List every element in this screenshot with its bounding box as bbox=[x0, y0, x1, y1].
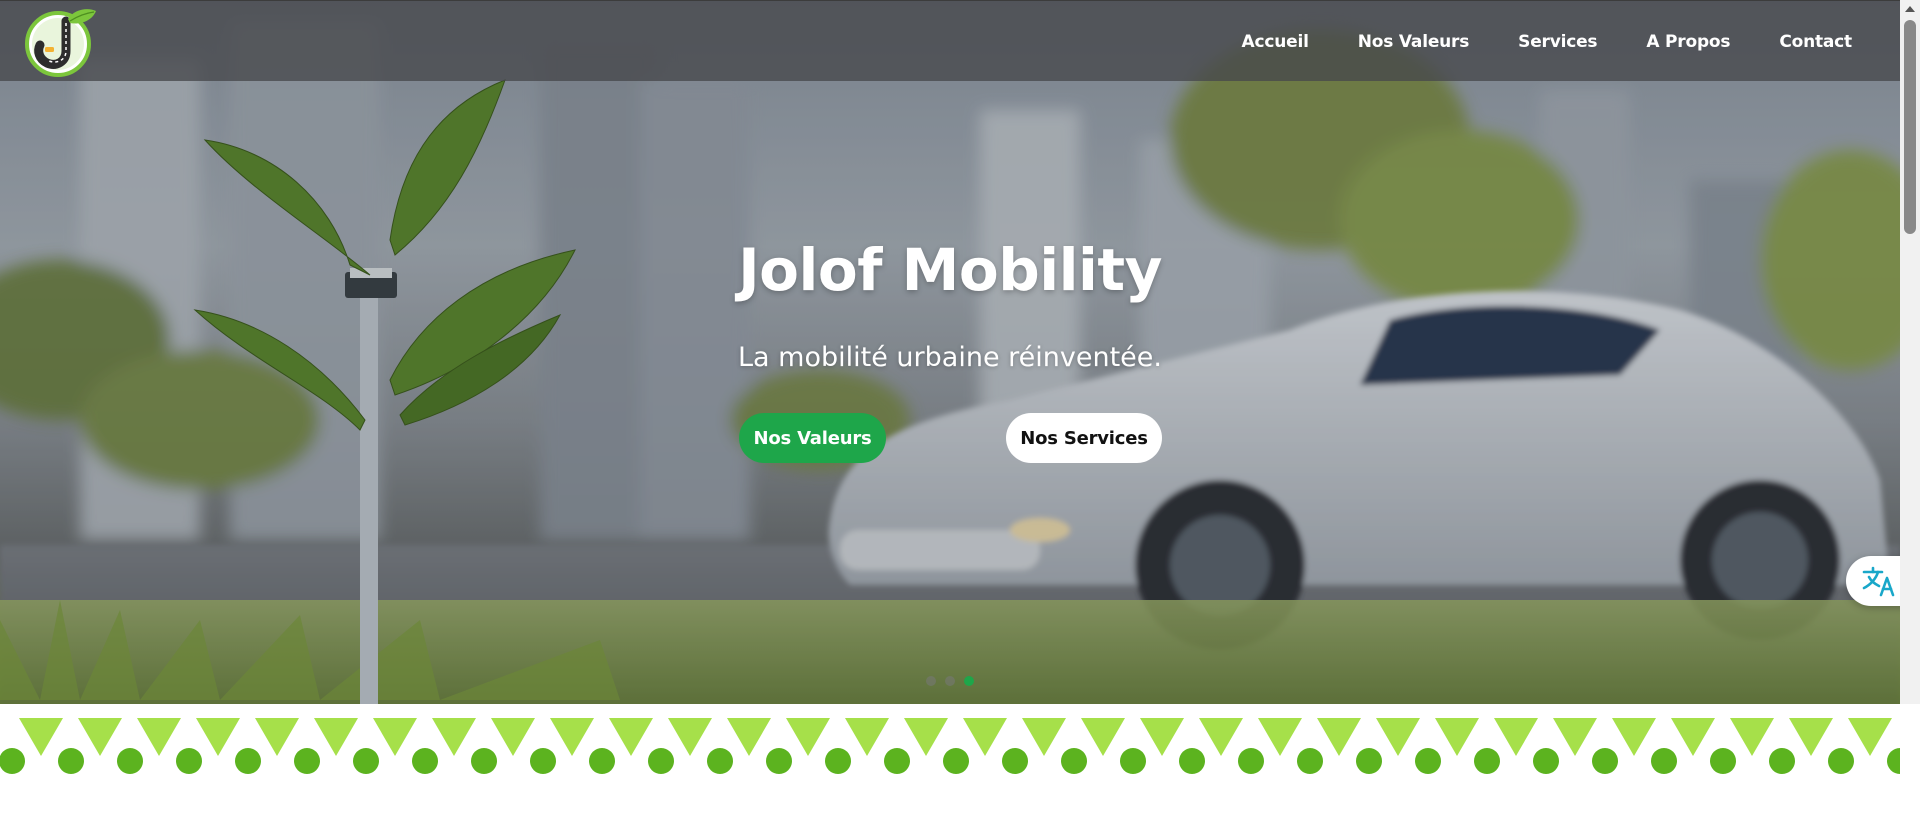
nav-link-accueil[interactable]: Accueil bbox=[1242, 32, 1309, 52]
pattern-dot bbox=[1415, 748, 1441, 774]
pattern-triangle bbox=[1671, 718, 1715, 756]
nav-link-services[interactable]: Services bbox=[1518, 32, 1597, 52]
pattern-dot bbox=[0, 748, 25, 774]
nav-link-nos-valeurs[interactable]: Nos Valeurs bbox=[1358, 32, 1470, 52]
hero-section: Jolof Mobility La mobilité urbaine réinv… bbox=[0, 0, 1900, 704]
pattern-dot bbox=[707, 748, 733, 774]
nos-valeurs-button[interactable]: Nos Valeurs bbox=[739, 413, 886, 463]
pattern-triangle bbox=[1317, 718, 1361, 756]
pattern-dot bbox=[1887, 748, 1913, 774]
carousel-dot-3[interactable] bbox=[964, 676, 974, 686]
pattern-dot bbox=[1710, 748, 1736, 774]
pattern-triangle bbox=[1376, 718, 1420, 756]
pattern-triangle bbox=[1789, 718, 1833, 756]
pattern-dot bbox=[1828, 748, 1854, 774]
pattern-dot bbox=[1474, 748, 1500, 774]
pattern-dot bbox=[58, 748, 84, 774]
pattern-dot bbox=[648, 748, 674, 774]
pattern-dot bbox=[1179, 748, 1205, 774]
pattern-triangle bbox=[1081, 718, 1125, 756]
pattern-dot bbox=[176, 748, 202, 774]
pattern-triangle bbox=[1730, 718, 1774, 756]
pattern-triangle bbox=[668, 718, 712, 756]
pattern-dot bbox=[471, 748, 497, 774]
pattern-triangle bbox=[19, 718, 63, 756]
pattern-dot bbox=[117, 748, 143, 774]
pattern-triangle bbox=[1848, 718, 1892, 756]
pattern-triangle bbox=[609, 718, 653, 756]
pattern-triangle bbox=[1199, 718, 1243, 756]
hero-subtitle: La mobilité urbaine réinventée. bbox=[738, 342, 1162, 373]
pattern-triangle bbox=[550, 718, 594, 756]
nav-menu: Accueil Nos Valeurs Services A Propos Co… bbox=[1193, 1, 1853, 82]
pattern-dot bbox=[1651, 748, 1677, 774]
pattern-triangle bbox=[904, 718, 948, 756]
pattern-triangle bbox=[1258, 718, 1302, 756]
pattern-triangle bbox=[491, 718, 535, 756]
pattern-dot bbox=[1356, 748, 1382, 774]
pattern-triangle bbox=[1612, 718, 1656, 756]
navbar: Accueil Nos Valeurs Services A Propos Co… bbox=[0, 0, 1900, 81]
carousel-indicators bbox=[926, 676, 974, 686]
pattern-triangle bbox=[727, 718, 771, 756]
page-scrollbar[interactable] bbox=[1900, 0, 1920, 704]
pattern-triangle bbox=[255, 718, 299, 756]
pattern-triangle bbox=[786, 718, 830, 756]
pattern-dot bbox=[1002, 748, 1028, 774]
pattern-dot bbox=[412, 748, 438, 774]
pattern-triangle bbox=[963, 718, 1007, 756]
pattern-triangle bbox=[1553, 718, 1597, 756]
pattern-triangle bbox=[1022, 718, 1066, 756]
pattern-triangle bbox=[845, 718, 889, 756]
pattern-triangle bbox=[373, 718, 417, 756]
pattern-triangle bbox=[137, 718, 181, 756]
pattern-dot bbox=[1769, 748, 1795, 774]
pattern-triangle bbox=[1494, 718, 1538, 756]
triangle-dot-pattern bbox=[0, 718, 1920, 774]
nav-link-a-propos[interactable]: A Propos bbox=[1646, 32, 1730, 52]
pattern-triangle bbox=[78, 718, 122, 756]
pattern-triangle bbox=[1140, 718, 1184, 756]
pattern-dot bbox=[1120, 748, 1146, 774]
pattern-triangle bbox=[196, 718, 240, 756]
carousel-dot-1[interactable] bbox=[926, 676, 936, 686]
pattern-dot bbox=[1533, 748, 1559, 774]
pattern-dot bbox=[766, 748, 792, 774]
pattern-dot bbox=[294, 748, 320, 774]
decorative-pattern-band bbox=[0, 704, 1920, 817]
pattern-dot bbox=[353, 748, 379, 774]
nav-link-contact[interactable]: Contact bbox=[1779, 32, 1852, 52]
pattern-dot bbox=[1238, 748, 1264, 774]
pattern-triangle bbox=[1435, 718, 1479, 756]
pattern-dot bbox=[235, 748, 261, 774]
pattern-dot bbox=[884, 748, 910, 774]
scroll-up-arrow-icon[interactable] bbox=[1905, 6, 1915, 12]
pattern-triangle bbox=[314, 718, 358, 756]
translate-icon bbox=[1862, 566, 1895, 597]
pattern-dot bbox=[1297, 748, 1323, 774]
pattern-dot bbox=[1592, 748, 1618, 774]
carousel-dot-2[interactable] bbox=[945, 676, 955, 686]
hero-title: Jolof Mobility bbox=[738, 236, 1162, 304]
page: Jolof Mobility La mobilité urbaine réinv… bbox=[0, 0, 1920, 817]
scroll-thumb[interactable] bbox=[1904, 20, 1916, 234]
pattern-dot bbox=[1061, 748, 1087, 774]
nos-services-button[interactable]: Nos Services bbox=[1006, 413, 1162, 463]
pattern-triangle bbox=[432, 718, 476, 756]
pattern-dot bbox=[530, 748, 556, 774]
pattern-dot bbox=[943, 748, 969, 774]
pattern-dot bbox=[825, 748, 851, 774]
pattern-dot bbox=[589, 748, 615, 774]
jolof-logo-icon[interactable] bbox=[22, 7, 100, 77]
